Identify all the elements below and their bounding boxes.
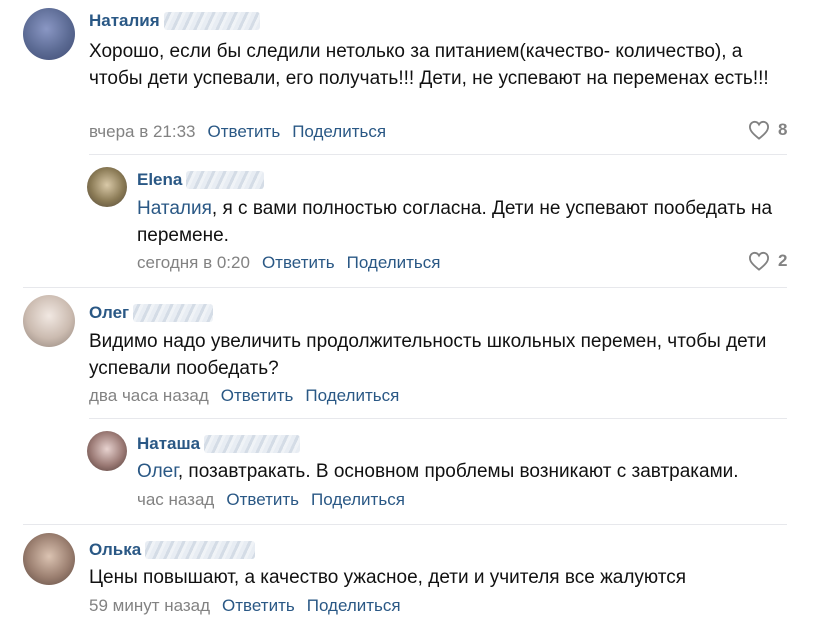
reply-button[interactable]: Ответить [221, 386, 294, 406]
divider [23, 287, 787, 288]
comment-text: Цены повышают, а качество ужасное, дети … [89, 567, 687, 588]
share-button[interactable]: Поделиться [305, 386, 399, 406]
comment-text: Хорошо, если бы следили нетолько за пита… [89, 41, 769, 89]
comment-author[interactable]: Elena [137, 170, 182, 190]
blurred-surname [133, 304, 214, 322]
comment-author[interactable]: Олька [89, 540, 141, 560]
blurred-surname [145, 541, 256, 559]
reply-button[interactable]: Ответить [262, 253, 335, 273]
like-button[interactable]: 2 [748, 251, 787, 271]
avatar[interactable] [87, 167, 127, 207]
comment-time[interactable]: 59 минут назад [89, 596, 210, 616]
comment-text: Видимо надо увеличить продолжительность … [89, 331, 767, 379]
comment-time[interactable]: сегодня в 0:20 [137, 253, 250, 273]
avatar[interactable] [23, 533, 75, 585]
avatar[interactable] [23, 295, 75, 347]
divider [89, 418, 787, 419]
comment-time[interactable]: вчера в 21:33 [89, 122, 196, 142]
mention-link[interactable]: Олег [137, 461, 178, 482]
blurred-surname [186, 171, 265, 189]
mention-link[interactable]: Наталия [137, 198, 212, 219]
share-button[interactable]: Поделиться [347, 253, 441, 273]
heart-icon [748, 251, 770, 271]
avatar[interactable] [87, 431, 127, 471]
share-button[interactable]: Поделиться [311, 490, 405, 510]
reply-button[interactable]: Ответить [208, 122, 281, 142]
share-button[interactable]: Поделиться [307, 596, 401, 616]
reply-button[interactable]: Ответить [226, 490, 299, 510]
reply-button[interactable]: Ответить [222, 596, 295, 616]
comment-time[interactable]: два часа назад [89, 386, 209, 406]
share-button[interactable]: Поделиться [292, 122, 386, 142]
comment-time[interactable]: час назад [137, 490, 214, 510]
comment-text: Наталия, я с вами полностью согласна. Де… [137, 198, 773, 246]
comment-thread: Наталия Хорошо, если бы следили нетолько… [0, 0, 814, 629]
divider [23, 524, 787, 525]
comment-text: Олег, позавтракать. В основном проблемы … [137, 461, 739, 482]
comment-author[interactable]: Наташа [137, 434, 200, 454]
comment-author[interactable]: Олег [89, 303, 129, 323]
blurred-surname [204, 435, 301, 453]
comment-author[interactable]: Наталия [89, 11, 160, 31]
like-count: 8 [778, 120, 788, 139]
divider [89, 154, 787, 155]
heart-icon [748, 120, 770, 140]
like-count: 2 [778, 251, 788, 270]
like-button[interactable]: 8 [748, 120, 787, 140]
blurred-surname [163, 12, 260, 30]
avatar[interactable] [23, 8, 75, 60]
